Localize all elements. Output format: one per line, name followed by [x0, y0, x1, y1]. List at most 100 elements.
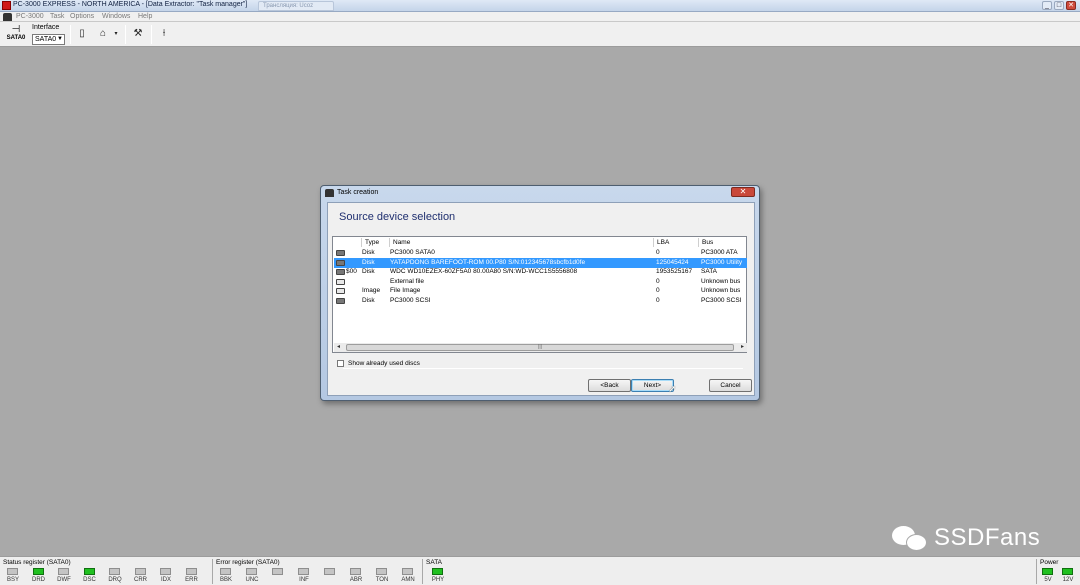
led-indicator [58, 568, 69, 575]
interface-select[interactable]: SATA0 ▼ [32, 34, 65, 45]
tools-icon[interactable]: ⚒ [131, 27, 145, 41]
horizontal-scrollbar[interactable]: ◂ ||| ▸ [334, 343, 747, 352]
menu-task[interactable]: Task [50, 13, 64, 20]
column-header-lba[interactable]: LBA [653, 238, 669, 247]
table-row[interactable]: Disk PC3000 SATA0 0 PC3000 ATA [334, 248, 747, 258]
minimize-button[interactable]: _ [1042, 1, 1052, 10]
status-bar: Status register (SATA0) BSY DRD DWF DSC DRQ CR… [0, 556, 1080, 585]
row-lba: 125045424 [656, 258, 689, 266]
table-row[interactable]: Disk PC3000 SCSI 0 PC3000 SCSI [334, 296, 747, 306]
row-lba: 1953525167 [656, 268, 693, 276]
toolbar-divider [125, 25, 126, 44]
window-title: PC-3000 EXPRESS - NORTH AMERICA - [Data … [13, 1, 248, 8]
chevron-down-icon[interactable]: ▾ [112, 27, 120, 41]
led-indicator [1042, 568, 1053, 575]
table-row[interactable]: $00 Disk WDC WD10EZEX-60ZF5A0 80.00A80 S/N… [334, 267, 747, 277]
row-name: PC3000 SCSI [390, 297, 431, 304]
plug-icon: ⊣ [11, 24, 21, 35]
menu-windows[interactable]: Windows [102, 13, 130, 20]
row-bus: Unknown bus [701, 287, 741, 295]
row-bus: SATA [701, 268, 718, 276]
menu-bar: PC-3000 Task Options Windows Help [0, 12, 1080, 22]
cancel-button[interactable]: Cancel [709, 379, 752, 392]
led-indicator [246, 568, 257, 575]
power-group: Power 5V 12V [1037, 558, 1080, 585]
chat-bubbles-icon [892, 523, 930, 553]
row-name: WDC WD10EZEX-60ZF5A0 80.00A80 S/N:WD-WCC… [390, 268, 578, 276]
led-label: BBK [219, 577, 232, 583]
menu-help[interactable]: Help [138, 13, 152, 20]
checkbox-box[interactable] [337, 360, 344, 367]
led-label: ABR [349, 577, 363, 583]
led-label: DRQ [108, 577, 122, 583]
exit-icon[interactable]: ⍿ [157, 27, 171, 41]
table-row[interactable]: External file 0 Unknown bus [334, 277, 747, 287]
row-prefix: $00 [346, 268, 357, 276]
led-indicator [272, 568, 283, 575]
sata-group: SATA PHY [423, 558, 453, 585]
menu-options[interactable]: Options [70, 13, 94, 20]
mouse-cursor-icon: ➚ [668, 384, 677, 395]
row-type: Disk [362, 268, 375, 276]
led-label: IDX [160, 577, 171, 583]
drive-icon[interactable]: ⌂ [96, 27, 110, 41]
column-header-type[interactable]: Type [361, 238, 379, 247]
led-label: PHY [431, 577, 445, 583]
scroll-left-icon[interactable]: ◂ [334, 343, 343, 352]
led-label: BSY [6, 577, 19, 583]
watermark: SSDFans [892, 521, 1040, 555]
dialog-close-button[interactable]: ✕ [731, 187, 755, 197]
pc3000-icon [3, 13, 12, 21]
sata-title: SATA [426, 559, 443, 566]
led-label: UNC [245, 577, 259, 583]
app-icon [2, 1, 11, 10]
image-icon [336, 278, 345, 285]
scroll-right-icon[interactable]: ▸ [738, 343, 747, 352]
sata-port-label: SATA0 [6, 35, 26, 41]
background-window-tab[interactable]: Трансляция: Ucoz [258, 1, 334, 11]
back-button[interactable]: <Back [588, 379, 631, 392]
row-lba: 0 [656, 277, 660, 285]
interface-label: Interface [32, 24, 60, 31]
disk-icon [336, 250, 345, 256]
row-name: File Image [390, 287, 421, 295]
disk-icon [336, 298, 345, 304]
show-used-checkbox[interactable]: Show already used discs [337, 360, 420, 367]
disk-icon [336, 269, 345, 276]
led-indicator [298, 568, 309, 575]
led-label: TON [375, 577, 389, 583]
status-register-group: Status register (SATA0) BSY DRD DWF DSC DRQ CR… [0, 558, 212, 585]
scrollbar-thumb[interactable]: ||| [346, 344, 734, 351]
interface-value: SATA0 [35, 36, 57, 43]
led-indicator [1062, 568, 1073, 575]
led-indicator [134, 568, 146, 575]
maximize-button[interactable]: □ [1054, 1, 1064, 10]
sata-port-button[interactable]: ⊣ SATA0 [5, 25, 27, 45]
led-label: 12V [1062, 577, 1074, 583]
pc3000-icon [325, 189, 334, 197]
row-type: Disk [362, 249, 375, 256]
led-indicator [220, 568, 231, 575]
led-indicator [32, 568, 44, 575]
table-row[interactable]: Disk YATAPDONG BAREFOOT-ROM 00.P80 S/N:01… [334, 257, 747, 268]
error-register-group: Error register (SATA0) BBK UNC INF ABR TON AMN [213, 558, 422, 585]
led-indicator [376, 568, 387, 575]
error-register-title: Error register (SATA0) [216, 559, 280, 566]
chevron-down-icon: ▼ [57, 36, 63, 42]
disk-icon [336, 259, 345, 266]
table-row[interactable]: Image File Image 0 Unknown bus [334, 286, 747, 296]
toolbar-divider [70, 25, 71, 44]
led-label: INF [299, 577, 309, 583]
menu-pc3000[interactable]: PC-3000 [16, 13, 44, 20]
close-button[interactable]: ✕ [1066, 1, 1076, 10]
new-task-icon[interactable]: ▯ [75, 27, 89, 41]
led-label: AMN [401, 577, 415, 583]
watermark-text: SSDFans [934, 524, 1041, 551]
dialog-divider [343, 368, 743, 369]
column-header-bus[interactable]: Bus [698, 238, 713, 247]
led-label: DSC [83, 577, 96, 583]
device-list[interactable]: Type Name LBA Bus Disk PC3000 SATA0 0 PC300… [332, 236, 747, 353]
dialog-title: Task creation [337, 189, 379, 196]
row-name: PC3000 SATA0 [390, 249, 435, 256]
column-header-name[interactable]: Name [389, 238, 410, 247]
